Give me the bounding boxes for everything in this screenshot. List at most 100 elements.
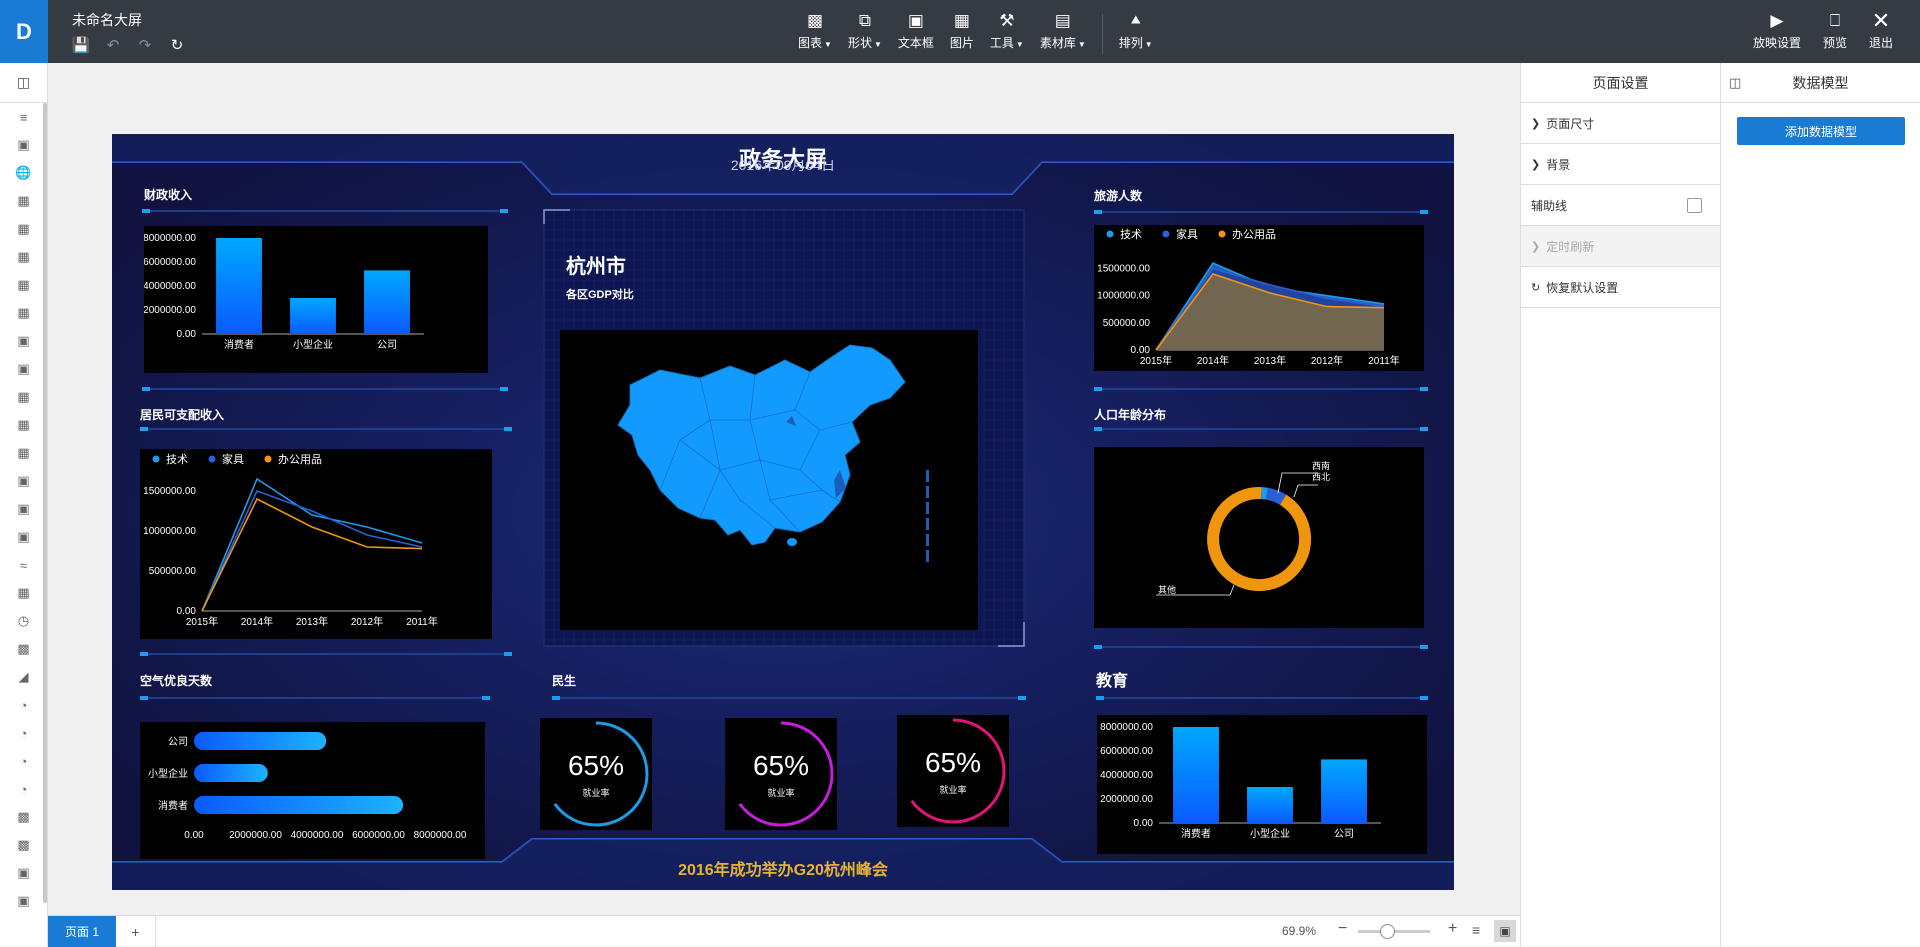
guides-checkbox[interactable] (1687, 198, 1702, 213)
image-tool-button[interactable]: ▦ 图片 (950, 10, 974, 54)
shape-tool-button[interactable]: ⧉ 形状 ▼ (848, 10, 882, 54)
tab-data-model[interactable]: ◫ 数据模型 (1721, 63, 1920, 103)
caret-down-icon: ▼ (1015, 40, 1024, 49)
refresh-icon[interactable]: ↻ (168, 36, 186, 54)
component-text-icon[interactable]: ▣ (0, 887, 47, 915)
restore-defaults-button[interactable]: ↻ 恢复默认设置 (1521, 267, 1720, 308)
y-tick-label: 2000000.00 (144, 305, 196, 316)
shape-icon: ⧉ (858, 11, 871, 30)
tool-label: 退出 (1868, 36, 1893, 50)
add-data-model-button[interactable]: 添加数据模型 (1737, 117, 1905, 145)
collapse-panel-icon[interactable]: ◫ (0, 63, 47, 103)
air-chart[interactable]: 公司 小型企业 消费者 0.00 2000000.00 4000000.00 6000000… (140, 722, 485, 859)
component-table-icon[interactable]: ▦ (0, 439, 47, 467)
component-clock-icon[interactable]: ◷ (0, 607, 47, 635)
zoom-out-button[interactable]: − (1338, 920, 1347, 938)
exit-icon: ✕ (1871, 8, 1891, 33)
tourism-chart[interactable]: 技术 家具 办公用品 1500000.00 1000000.00 500000.00 0.0… (1094, 225, 1424, 371)
redo-icon[interactable]: ↷ (136, 36, 154, 54)
employment-gauge-2[interactable]: 65% 就业率 (725, 718, 837, 830)
component-pie-chart-icon[interactable]: ◔ (0, 747, 47, 775)
component-table-icon[interactable]: ▦ (0, 243, 47, 271)
component-table-icon[interactable]: ▦ (0, 271, 47, 299)
add-page-label: + (131, 923, 140, 940)
dashboard-screen[interactable]: 政务大屏 2016年09月04日 财政收入 8000000.00 6000000.… (112, 134, 1454, 890)
donut-slice-0 (1260, 487, 1268, 500)
sidebar-scrollbar[interactable] (43, 103, 47, 903)
app-logo[interactable]: D (0, 0, 48, 63)
arrange-icon: ⯅ (1128, 11, 1143, 30)
component-table-icon[interactable]: ▦ (0, 579, 47, 607)
component-text-icon[interactable]: ▣ (0, 523, 47, 551)
exit-button[interactable]: ✕ 退出 (1868, 8, 1893, 51)
collapse-panel-icon[interactable]: ◫ (1729, 75, 1741, 91)
library-tool-button[interactable]: ▤ 素材库 ▼ (1040, 10, 1086, 54)
textbox-tool-button[interactable]: ▣ 文本框 (898, 10, 934, 54)
chart-tool-button[interactable]: ▩ 图表 ▼ (798, 10, 832, 54)
hbar-0 (194, 732, 327, 750)
panel-title-tourism: 旅游人数 (1094, 189, 1143, 203)
panel-divider (1094, 427, 1428, 431)
employment-gauge-1[interactable]: 65% 就业率 (540, 718, 652, 830)
component-table-icon[interactable]: ▦ (0, 383, 47, 411)
fit-screen-icon[interactable]: ▣ (1494, 920, 1516, 942)
reset-icon: ↻ (1531, 281, 1541, 294)
tools-tool-button[interactable]: ⚒ 工具 ▼ (990, 10, 1024, 54)
document-title[interactable]: 未命名大屏 (72, 10, 142, 30)
tab-page-settings[interactable]: 页面设置 (1521, 63, 1720, 103)
component-text-icon[interactable]: ▣ (0, 859, 47, 887)
income-chart[interactable]: 技术 家具 办公用品 1500000.00 1000000.00 500000.00 0.0… (140, 449, 492, 639)
component-pie-chart-icon[interactable]: ◔ (0, 719, 47, 747)
legend-label: 家具 (222, 452, 244, 466)
save-icon[interactable]: 💾 (72, 36, 91, 54)
zoom-slider-handle[interactable] (1380, 924, 1395, 939)
play-settings-button[interactable]: ▶ 放映设置 (1753, 10, 1801, 51)
component-table-icon[interactable]: ▦ (0, 299, 47, 327)
component-text-icon[interactable]: ▣ (0, 131, 47, 159)
fiscal-chart[interactable]: 8000000.00 6000000.00 4000000.00 2000000.00… (143, 226, 488, 373)
employment-gauge-3[interactable]: 65% 就业率 (897, 715, 1009, 827)
component-area-chart-icon[interactable]: ◢ (0, 663, 47, 691)
panel-divider (142, 209, 508, 213)
age-chart[interactable]: 西南 西北 其他 (1094, 447, 1424, 628)
component-text-icon[interactable]: ▣ (0, 355, 47, 383)
component-table-icon[interactable]: ▦ (0, 187, 47, 215)
fit-width-icon[interactable]: ≡ (1472, 922, 1480, 938)
setting-page-size[interactable]: ❯ 页面尺寸 (1521, 103, 1720, 144)
component-wave-icon[interactable]: ≈ (0, 551, 47, 579)
chart-icon: ▩ (806, 11, 823, 30)
component-table-icon[interactable]: ▦ (0, 411, 47, 439)
component-bar-chart-icon[interactable]: ▩ (0, 831, 47, 859)
preview-button[interactable]: ⎕ 预览 (1823, 10, 1847, 51)
zoom-slider[interactable] (1358, 924, 1430, 939)
x-tick-label: 公司 (377, 340, 397, 351)
x-tick-label: 消费者 (1181, 827, 1211, 840)
panel-divider (1094, 387, 1428, 391)
page-tab-1[interactable]: 页面 1 (48, 916, 116, 947)
y-tick-label: 0.00 (1134, 818, 1154, 829)
component-bar-chart-icon[interactable]: ▩ (0, 635, 47, 663)
gauge-value: 65% (924, 747, 982, 778)
setting-background[interactable]: ❯ 背景 (1521, 144, 1720, 185)
zoom-in-button[interactable]: + (1448, 920, 1457, 938)
component-text-icon[interactable]: ▣ (0, 467, 47, 495)
component-pie-chart-icon[interactable]: ◔ (0, 775, 47, 803)
component-list-icon[interactable]: ≡ (0, 103, 47, 131)
legend-label: 家具 (1176, 227, 1198, 241)
x-tick-label: 2013年 (296, 615, 328, 628)
component-globe-icon[interactable]: 🌐 (0, 159, 47, 187)
main-tools: ▩ 图表 ▼ ⧉ 形状 ▼ ▣ 文本框 ▦ 图片 ⚒ 工具 ▼ ▤ 素材库 ▼ ⯅ 排列 ▼ (790, 10, 1161, 54)
undo-icon[interactable]: ↶ (104, 36, 122, 54)
component-table-icon[interactable]: ▦ (0, 215, 47, 243)
bar-2 (1321, 759, 1367, 823)
arrange-tool-button[interactable]: ⯅ 排列 ▼ (1119, 10, 1153, 54)
china-map[interactable] (560, 330, 978, 630)
component-bar-chart-icon[interactable]: ▩ (0, 803, 47, 831)
component-text-icon[interactable]: ▣ (0, 327, 47, 355)
component-text-icon[interactable]: ▣ (0, 495, 47, 523)
image-icon: ▦ (953, 11, 970, 30)
component-pie-chart-icon[interactable]: ◔ (0, 691, 47, 719)
education-chart[interactable]: 8000000.00 6000000.00 4000000.00 2000000.00… (1097, 715, 1427, 854)
y-tick-label: 500000.00 (1103, 318, 1151, 329)
add-page-button[interactable]: + (116, 916, 156, 947)
